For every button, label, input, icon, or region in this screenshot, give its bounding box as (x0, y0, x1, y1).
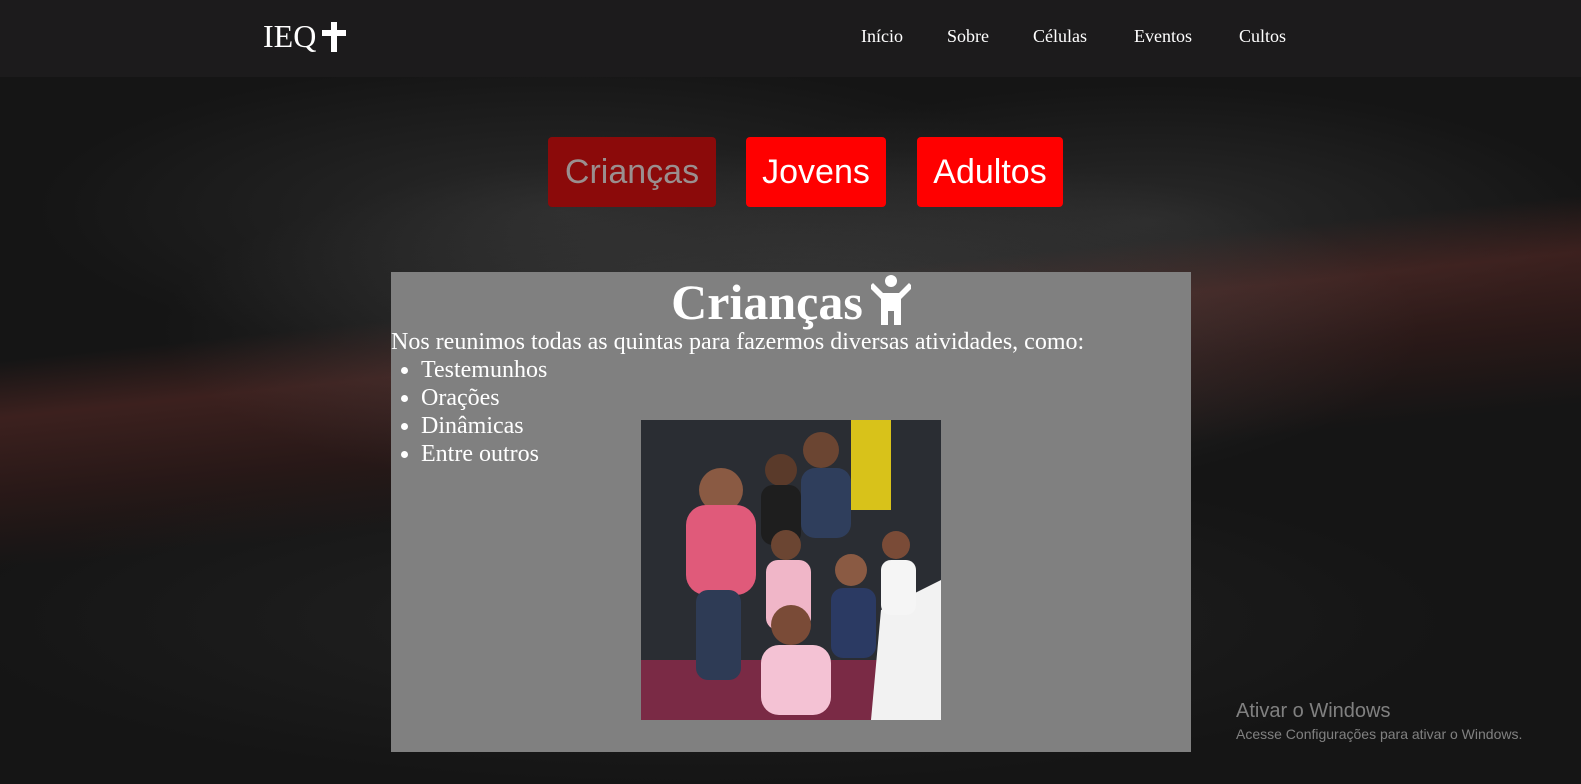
navbar: IEQ Início Sobre Células Eventos Cultos (0, 0, 1581, 77)
panel-title: Crianças (391, 272, 1191, 332)
child-icon (868, 275, 913, 325)
list-item: Dinâmicas (421, 412, 547, 440)
content-panel: Crianças Nos reunimos todas as quintas p… (391, 272, 1191, 752)
tab-adultos[interactable]: Adultos (917, 137, 1063, 207)
nav-link-celulas[interactable]: Células (1033, 26, 1087, 47)
nav-link-cultos[interactable]: Cultos (1239, 26, 1286, 47)
list-item: Orações (421, 384, 547, 412)
watermark-subtitle: Acesse Configurações para ativar o Windo… (1236, 726, 1523, 742)
nav-link-inicio[interactable]: Início (861, 26, 903, 47)
activities-list: Testemunhos Orações Dinâmicas Entre outr… (391, 356, 547, 468)
group-tabs: Crianças Jovens Adultos (0, 137, 1581, 207)
list-item: Entre outros (421, 440, 547, 468)
group-photo (641, 420, 941, 720)
intro-text: Nos reunimos todas as quintas para fazer… (391, 329, 1085, 355)
panel-title-text: Crianças (671, 274, 863, 330)
nav-link-sobre[interactable]: Sobre (947, 26, 989, 47)
tab-jovens[interactable]: Jovens (746, 137, 886, 207)
nav-link-eventos[interactable]: Eventos (1134, 26, 1192, 47)
nav-links: Início Sobre Células Eventos Cultos (0, 26, 1581, 56)
watermark-title: Ativar o Windows (1236, 700, 1391, 722)
tab-criancas[interactable]: Crianças (548, 137, 716, 207)
windows-activation-watermark: Ativar o Windows Acesse Configurações pa… (1236, 700, 1522, 742)
list-item: Testemunhos (421, 356, 547, 384)
